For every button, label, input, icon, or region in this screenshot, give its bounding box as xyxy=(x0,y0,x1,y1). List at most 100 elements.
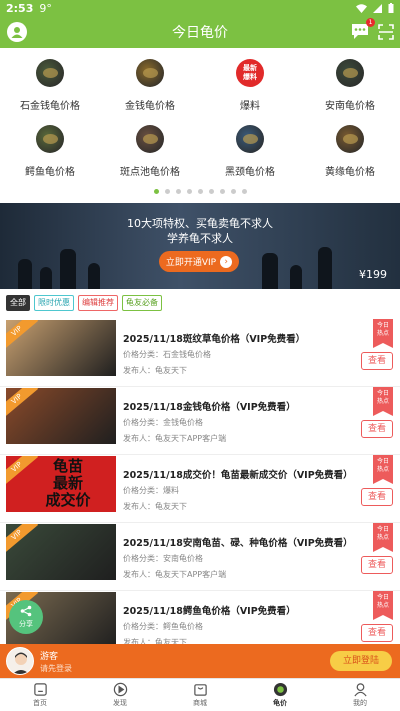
vip-ribbon: VIP xyxy=(6,524,39,555)
category-item[interactable]: 最新 爆料 爆料 xyxy=(200,55,300,121)
row-category: 价格分类：爆料 xyxy=(123,486,179,495)
login-bar: 游客 请先登录 立即登陆 xyxy=(0,644,400,678)
share-button[interactable]: 分享 xyxy=(9,600,43,634)
carousel-dot[interactable] xyxy=(230,189,236,194)
category-item[interactable]: 石金钱龟价格 xyxy=(0,55,100,121)
row-title: 2025/11/18斑纹草龟价格（VIP免费看） xyxy=(123,334,306,345)
nav-mine[interactable]: 我的 xyxy=(320,679,400,711)
category-item[interactable]: 鳄鱼龟价格 xyxy=(0,121,100,187)
category-label: 黑颈龟价格 xyxy=(225,167,275,178)
view-button[interactable]: 查看 xyxy=(361,420,393,438)
carousel-dot[interactable] xyxy=(219,189,225,194)
nav-home[interactable]: 首页 xyxy=(0,679,80,711)
price-row[interactable]: VIP 2025/11/18斑纹草龟价格（VIP免费看） 价格分类：石金钱龟价格… xyxy=(0,319,400,387)
row-publisher: 发布人：龟友天下APP客户端 xyxy=(123,434,227,443)
battery-icon xyxy=(388,3,394,13)
message-button[interactable]: 1 xyxy=(350,18,375,42)
category-item[interactable]: 金钱龟价格 xyxy=(100,55,200,121)
today-hot-ribbon: 今日 热点 xyxy=(373,455,393,484)
play-icon xyxy=(113,682,127,697)
row-thumbnail: VIP xyxy=(6,320,116,376)
tab-all[interactable]: 全部 xyxy=(6,295,30,311)
chess-piece xyxy=(18,259,32,289)
row-publisher: 发布人：龟友天下 xyxy=(123,366,187,375)
open-vip-button[interactable]: 立即开通VIP › xyxy=(159,251,239,272)
today-hot-ribbon: 今日 热点 xyxy=(373,591,393,620)
carousel-dot[interactable] xyxy=(197,189,203,194)
carousel-dot[interactable] xyxy=(241,189,247,194)
carousel-dot[interactable] xyxy=(186,189,192,194)
row-title: 2025/11/18金钱龟价格（VIP免费看） xyxy=(123,402,296,413)
row-category: 价格分类：金钱龟价格 xyxy=(123,418,203,427)
row-category: 价格分类：安南龟价格 xyxy=(123,554,203,563)
view-button[interactable]: 查看 xyxy=(361,624,393,642)
turtle-photo-icon xyxy=(236,125,264,153)
user-icon xyxy=(353,683,367,697)
price-row[interactable]: 龟苗 最新 成交价 VIP 2025/11/18成交价！龟苗最新成交价（VIP免费… xyxy=(0,455,400,523)
nav-label: 首页 xyxy=(33,699,47,707)
turtle-photo-icon xyxy=(36,59,64,87)
chess-piece xyxy=(88,263,100,289)
view-button[interactable]: 查看 xyxy=(361,352,393,370)
nav-discover[interactable]: 发现 xyxy=(80,679,160,711)
status-icons xyxy=(356,3,394,13)
turtle-shell-shape xyxy=(143,134,158,144)
row-title: 2025/11/18安南龟苗、碌、种龟价格（VIP免费看） xyxy=(123,538,353,549)
turtle-photo-icon xyxy=(136,59,164,87)
share-icon xyxy=(20,605,32,617)
category-label: 爆料 xyxy=(240,101,260,112)
carousel-dot[interactable] xyxy=(153,189,159,194)
price-row[interactable]: VIP 2025/11/18安南龟苗、碌、种龟价格（VIP免费看） 价格分类：安… xyxy=(0,523,400,591)
turtle-shell-shape xyxy=(343,68,358,78)
scan-button[interactable] xyxy=(378,24,394,40)
status-bar: 2:53 9° xyxy=(0,0,400,16)
category-grid: 石金钱龟价格 金钱龟价格 最新 爆料 爆料 安南龟价格 鳄鱼龟价格 斑点池龟价格 … xyxy=(0,55,400,187)
row-thumbnail: 龟苗 最新 成交价 VIP xyxy=(6,456,116,512)
nav-shop[interactable]: 商城 xyxy=(160,679,240,711)
chess-piece xyxy=(40,267,52,289)
row-category: 价格分类：石金钱龟价格 xyxy=(123,350,211,359)
row-title: 2025/11/18成交价！龟苗最新成交价（VIP免费看） xyxy=(123,470,353,481)
turtle-photo-icon xyxy=(336,59,364,87)
thumbnail-text: 龟苗 最新 成交价 xyxy=(45,457,91,509)
profile-avatar-button[interactable] xyxy=(7,22,27,42)
view-button[interactable]: 查看 xyxy=(361,488,393,506)
category-label: 金钱龟价格 xyxy=(125,101,175,112)
price-row[interactable]: VIP 2025/11/18金钱龟价格（VIP免费看） 价格分类：金钱龟价格 发… xyxy=(0,387,400,455)
carousel-dot[interactable] xyxy=(164,189,170,194)
carousel-dot[interactable] xyxy=(175,189,181,194)
category-item[interactable]: 黑颈龟价格 xyxy=(200,121,300,187)
today-hot-ribbon: 今日 热点 xyxy=(373,387,393,416)
category-item[interactable]: 黄缘龟价格 xyxy=(300,121,400,187)
today-hot-ribbon: 今日 热点 xyxy=(373,319,393,348)
login-button[interactable]: 立即登陆 xyxy=(330,651,392,671)
tab-essentials[interactable]: 龟友必备 xyxy=(122,295,162,311)
status-time: 2:53 xyxy=(6,1,34,15)
turtle-shell-shape xyxy=(43,68,58,78)
guest-avatar-icon xyxy=(12,652,30,674)
turtle-shell-shape xyxy=(243,134,258,144)
share-label: 分享 xyxy=(19,620,33,628)
home-icon xyxy=(33,683,47,696)
login-hint: 请先登录 xyxy=(40,664,72,673)
category-label: 石金钱龟价格 xyxy=(20,101,80,112)
turtle-photo-icon xyxy=(336,125,364,153)
today-hot-ribbon: 今日 热点 xyxy=(373,523,393,552)
price-icon xyxy=(273,682,287,697)
category-item[interactable]: 斑点池龟价格 xyxy=(100,121,200,187)
vip-banner[interactable]: 10大项特权、买龟卖龟不求人 学养龟不求人 立即开通VIP › ¥199 xyxy=(0,203,400,289)
message-badge: 1 xyxy=(366,18,375,27)
chess-piece xyxy=(60,249,76,289)
nav-price[interactable]: 龟价 xyxy=(240,679,320,711)
signal-icon xyxy=(373,3,382,13)
vip-ribbon: VIP xyxy=(6,320,39,351)
arrow-right-icon: › xyxy=(220,255,233,268)
tab-limited-offer[interactable]: 限时优惠 xyxy=(34,295,74,311)
carousel-dot[interactable] xyxy=(208,189,214,194)
chess-piece xyxy=(290,265,302,289)
vip-ribbon: VIP xyxy=(6,388,39,419)
view-button[interactable]: 查看 xyxy=(361,556,393,574)
category-item[interactable]: 安南龟价格 xyxy=(300,55,400,121)
row-title: 2025/11/18鳄鱼龟价格（VIP免费看） xyxy=(123,606,296,617)
tab-editor-pick[interactable]: 编辑推荐 xyxy=(78,295,118,311)
